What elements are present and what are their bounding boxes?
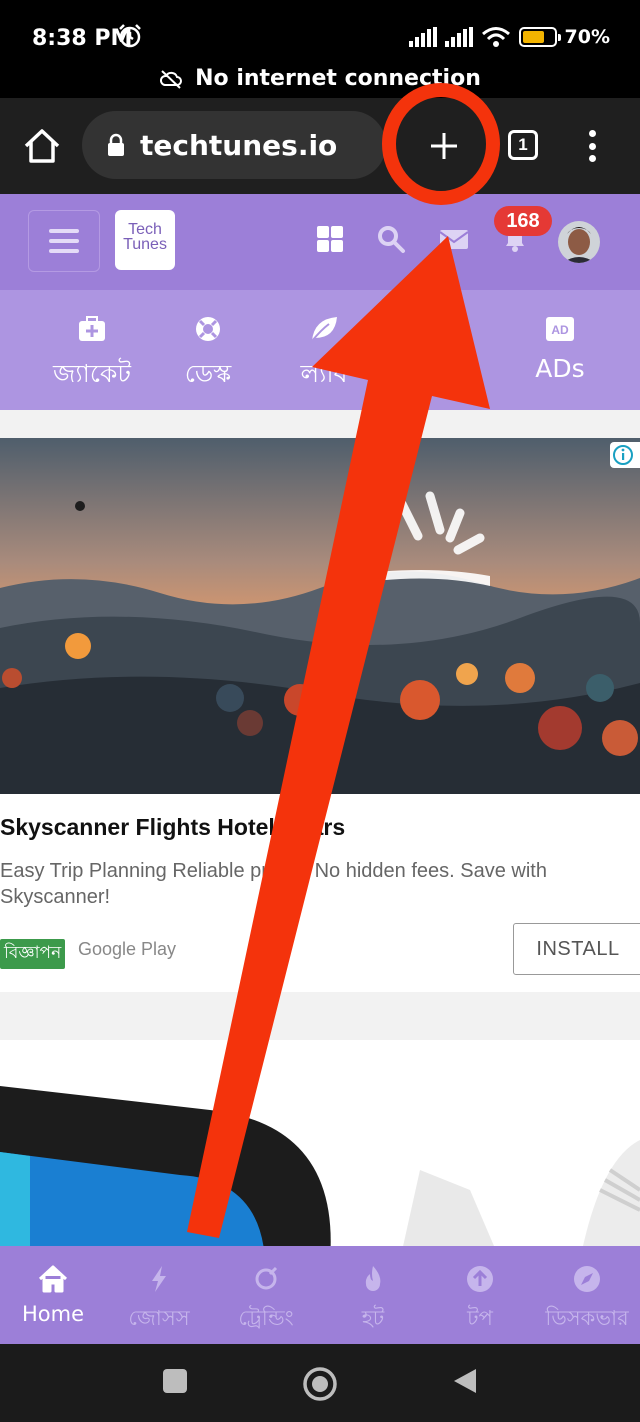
url-text: techtunes.io <box>140 128 338 162</box>
ad-image[interactable] <box>0 438 640 794</box>
battery-icon <box>518 27 561 47</box>
mail-icon[interactable] <box>439 224 469 254</box>
home-circle-icon[interactable] <box>302 1366 338 1402</box>
offline-banner: No internet connection <box>0 66 640 91</box>
category-label: ল্যাব <box>300 359 348 388</box>
bottom-nav-hot[interactable]: হট <box>318 1264 428 1337</box>
back-icon[interactable] <box>450 1366 480 1396</box>
status-bar: 8:38 PM 70% No internet connection <box>0 0 640 98</box>
post-thumbnail[interactable] <box>0 1040 640 1246</box>
ad-source: Google Play <box>78 939 177 959</box>
first-aid-kit-icon <box>79 316 105 341</box>
bottom-nav-label: হট <box>361 1306 385 1330</box>
install-button[interactable]: INSTALL <box>513 923 640 975</box>
bottom-nav-discover[interactable]: ডিসকভার <box>532 1264 640 1337</box>
bottom-nav-top[interactable]: টপ <box>425 1264 535 1337</box>
lifebuoy-icon <box>196 317 220 341</box>
bottom-nav-label: ট্রেন্ডিং <box>238 1306 294 1330</box>
search-icon[interactable] <box>376 224 406 254</box>
avatar[interactable] <box>557 220 601 264</box>
ad-title[interactable]: Skyscanner Flights Hotels Cars <box>0 814 345 841</box>
post-card[interactable] <box>0 1040 640 1246</box>
ad-icon: AD <box>546 317 574 341</box>
category-item-ads[interactable]: AD ADs <box>502 314 618 383</box>
fire-icon <box>365 1266 381 1291</box>
cloud-off-icon <box>160 69 183 89</box>
bottom-nav-label: ডিসকভার <box>545 1306 629 1330</box>
leaf-icon <box>311 317 337 342</box>
bottom-nav-trending[interactable]: ট্রেন্ডিং <box>211 1264 321 1337</box>
bottom-nav: Home জোসস ট্রেন্ডিং হট টপ ডিসকভার <box>0 1246 640 1344</box>
ad-choices-icon[interactable] <box>610 442 640 468</box>
home-icon <box>38 1265 68 1293</box>
bottom-nav-label: জোসস <box>128 1306 190 1330</box>
category-item-desk[interactable]: ডেস্ক <box>150 314 266 397</box>
bottom-nav-label: Home <box>21 1302 84 1326</box>
logo-line2: Tunes <box>123 236 167 253</box>
arrow-up-icon <box>467 1266 493 1292</box>
plus-icon <box>431 133 457 159</box>
category-label: জ্যাকেট <box>52 359 132 388</box>
signal-icon <box>444 27 473 47</box>
category-nav: জ্যাকেট ডেস্ক ল্যাব AD ADs <box>0 290 640 410</box>
ad-card[interactable]: Skyscanner Flights Hotels Cars Easy Trip… <box>0 438 640 992</box>
browser-toolbar: techtunes.io 1 <box>0 98 640 194</box>
recents-icon[interactable] <box>160 1366 190 1396</box>
new-tab-button[interactable] <box>396 108 492 184</box>
ad-badge: বিজ্ঞাপন <box>0 939 66 969</box>
svg-text:AD: AD <box>551 323 569 337</box>
bottom-nav-label: টপ <box>467 1306 493 1330</box>
lock-icon <box>108 133 124 156</box>
category-item-lab[interactable]: ল্যাব <box>266 314 382 397</box>
address-bar[interactable]: techtunes.io <box>82 111 386 179</box>
main-content: Skyscanner Flights Hotels Cars Easy Trip… <box>0 410 640 1246</box>
home-icon[interactable] <box>20 124 64 168</box>
status-indicators: 70% <box>408 26 610 48</box>
tab-switcher-button[interactable]: 1 <box>508 130 538 160</box>
category-label: ডেস্ক <box>184 359 232 388</box>
alarm-icon <box>119 24 141 48</box>
bottom-nav-home[interactable]: Home <box>0 1264 108 1326</box>
battery-percent: 70% <box>564 26 610 48</box>
site-header: Tech Tunes 168 <box>0 194 640 290</box>
trending-icon <box>255 1266 278 1290</box>
hamburger-menu-icon[interactable] <box>28 210 100 272</box>
lightning-icon <box>152 1266 166 1292</box>
ad-description: Easy Trip Planning Reliable prices. No h… <box>0 860 547 908</box>
wifi-icon <box>481 27 510 47</box>
notification-count-badge: 168 <box>494 206 552 236</box>
site-logo[interactable]: Tech Tunes <box>115 210 175 270</box>
compass-icon <box>574 1266 600 1292</box>
category-label: ADs <box>535 354 585 383</box>
bottom-nav-joss[interactable]: জোসস <box>104 1264 214 1337</box>
category-item-jacket[interactable]: জ্যাকেট <box>34 314 150 397</box>
android-nav-bar <box>0 1344 640 1422</box>
signal-icon <box>408 27 437 47</box>
grid-icon[interactable] <box>315 224 345 254</box>
offline-text: No internet connection <box>195 66 481 91</box>
more-menu-icon[interactable] <box>580 126 604 166</box>
logo-line1: Tech <box>128 221 162 238</box>
